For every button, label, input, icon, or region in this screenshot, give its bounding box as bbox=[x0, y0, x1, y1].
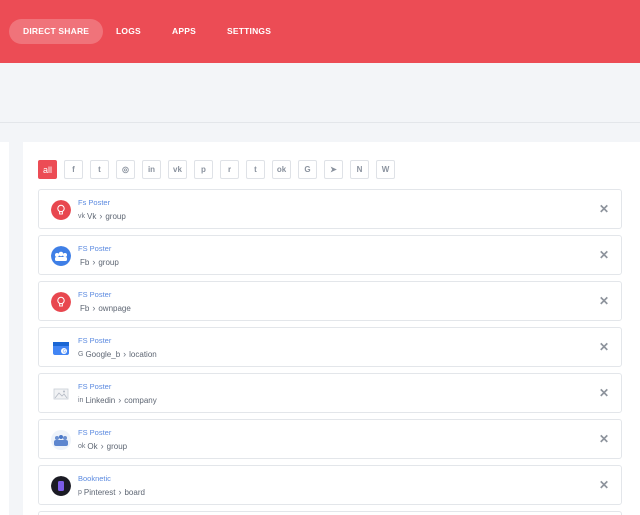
chevron-right-icon: › bbox=[118, 395, 122, 405]
network-label: Google_b bbox=[85, 349, 121, 359]
vk-icon: vk bbox=[173, 165, 182, 174]
odnoklassniki-icon: ok bbox=[78, 442, 86, 450]
google-icon: G bbox=[304, 165, 311, 174]
account-path: vk Vk › group bbox=[78, 211, 126, 221]
filter-odnoklassniki-button[interactable]: ok bbox=[272, 160, 291, 179]
medium-icon: N bbox=[356, 165, 363, 174]
filter-wordpress-button[interactable]: W bbox=[376, 160, 395, 179]
instagram-icon: ◎ bbox=[122, 165, 129, 174]
node-type-label: company bbox=[124, 395, 157, 405]
account-name[interactable]: FS Poster bbox=[78, 336, 111, 345]
google-icon: G bbox=[78, 350, 84, 358]
close-icon[interactable]: ✕ bbox=[597, 294, 611, 308]
node-type-label: board bbox=[124, 487, 145, 497]
filter-twitter-button[interactable]: t bbox=[90, 160, 109, 179]
network-label: Fb bbox=[80, 303, 90, 313]
list-item[interactable]: FS Poster Fb › group ✕ bbox=[38, 235, 622, 275]
account-path: p Pinterest › board bbox=[78, 487, 145, 497]
list-item[interactable]: FS Poster ok Ok › group ✕ bbox=[38, 419, 622, 459]
vk-icon: vk bbox=[78, 212, 85, 220]
chevron-right-icon: › bbox=[123, 349, 127, 359]
close-icon[interactable]: ✕ bbox=[597, 340, 611, 354]
chevron-right-icon: › bbox=[100, 441, 104, 451]
filter-tumblr-button[interactable]: t bbox=[246, 160, 265, 179]
filter-reddit-button[interactable]: r bbox=[220, 160, 239, 179]
close-icon[interactable]: ✕ bbox=[597, 202, 611, 216]
list-item[interactable]: Booknetic p Pinterest › board ✕ bbox=[38, 465, 622, 505]
account-avatar bbox=[51, 430, 71, 450]
nav-apps[interactable]: APPS bbox=[172, 19, 196, 44]
close-icon[interactable]: ✕ bbox=[597, 248, 611, 262]
node-type-label: group bbox=[98, 257, 119, 267]
facebook-icon: f bbox=[72, 165, 75, 174]
linkedin-icon: in bbox=[78, 396, 84, 404]
node-type-label: ownpage bbox=[98, 303, 131, 313]
svg-text:G: G bbox=[63, 349, 67, 354]
network-label: Fb bbox=[80, 257, 90, 267]
filter-instagram-button[interactable]: ◎ bbox=[116, 160, 135, 179]
node-type-label: group bbox=[106, 441, 128, 451]
nav-settings[interactable]: SETTINGS bbox=[227, 19, 271, 44]
linkedin-icon: in bbox=[147, 165, 156, 174]
left-panel bbox=[0, 142, 9, 515]
account-avatar: G bbox=[51, 338, 71, 358]
account-name[interactable]: FS Poster bbox=[78, 428, 111, 437]
filter-facebook-button[interactable]: f bbox=[64, 160, 83, 179]
nav-logs[interactable]: LOGS bbox=[116, 19, 141, 44]
filter-google-button[interactable]: G bbox=[298, 160, 317, 179]
account-avatar bbox=[51, 384, 71, 404]
chevron-right-icon: › bbox=[118, 487, 122, 497]
chevron-right-icon: › bbox=[92, 257, 96, 267]
node-type-label: location bbox=[129, 349, 157, 359]
account-avatar bbox=[51, 246, 71, 266]
list-item-partial bbox=[38, 511, 622, 515]
account-avatar bbox=[51, 200, 71, 220]
filter-vk-button[interactable]: vk bbox=[168, 160, 187, 179]
account-avatar bbox=[51, 292, 71, 312]
account-path: Fb › group bbox=[78, 257, 119, 267]
pinterest-icon: p bbox=[201, 165, 206, 174]
reddit-icon: r bbox=[227, 165, 232, 174]
account-path: in Linkedin › company bbox=[78, 395, 157, 405]
account-path: G Google_b › location bbox=[78, 349, 157, 359]
close-icon[interactable]: ✕ bbox=[597, 478, 611, 492]
account-name[interactable]: FS Poster bbox=[78, 244, 111, 253]
chevron-right-icon: › bbox=[92, 303, 96, 313]
filter-medium-button[interactable]: N bbox=[350, 160, 369, 179]
sub-header bbox=[0, 63, 640, 123]
odnoklassniki-icon: ok bbox=[276, 165, 287, 174]
network-label: Ok bbox=[87, 441, 98, 451]
chevron-right-icon: › bbox=[99, 211, 103, 221]
account-name[interactable]: Booknetic bbox=[78, 474, 111, 483]
list-item[interactable]: FS Poster Fb › ownpage ✕ bbox=[38, 281, 622, 321]
account-path: Fb › ownpage bbox=[78, 303, 131, 313]
telegram-icon: ➤ bbox=[330, 165, 337, 174]
network-label: Linkedin bbox=[85, 395, 116, 405]
close-icon[interactable]: ✕ bbox=[597, 386, 611, 400]
twitter-icon: t bbox=[98, 165, 101, 174]
nav-direct-share[interactable]: DIRECT SHARE bbox=[9, 19, 104, 44]
list-item[interactable]: G FS Poster G Google_b › location ✕ bbox=[38, 327, 622, 367]
node-type-label: group bbox=[105, 211, 126, 221]
list-item[interactable]: FS Poster in Linkedin › company ✕ bbox=[38, 373, 622, 413]
list-item[interactable]: Fs Poster vk Vk › group ✕ bbox=[38, 189, 622, 229]
close-icon[interactable]: ✕ bbox=[597, 432, 611, 446]
network-label: Vk bbox=[87, 211, 97, 221]
account-name[interactable]: FS Poster bbox=[78, 290, 111, 299]
filter-linkedin-button[interactable]: in bbox=[142, 160, 161, 179]
filter-all-button[interactable]: all bbox=[38, 160, 57, 179]
network-label: Pinterest bbox=[83, 487, 116, 497]
pinterest-icon: p bbox=[78, 488, 82, 496]
account-name[interactable]: Fs Poster bbox=[78, 198, 110, 207]
account-avatar bbox=[51, 476, 71, 496]
account-path: ok Ok › group bbox=[78, 441, 127, 451]
top-navigation-bar: DIRECT SHARE LOGS APPS SETTINGS bbox=[0, 0, 640, 63]
wordpress-icon: W bbox=[381, 165, 390, 174]
filter-telegram-button[interactable]: ➤ bbox=[324, 160, 343, 179]
account-name[interactable]: FS Poster bbox=[78, 382, 111, 391]
filter-pinterest-button[interactable]: p bbox=[194, 160, 213, 179]
tumblr-icon: t bbox=[254, 165, 257, 174]
